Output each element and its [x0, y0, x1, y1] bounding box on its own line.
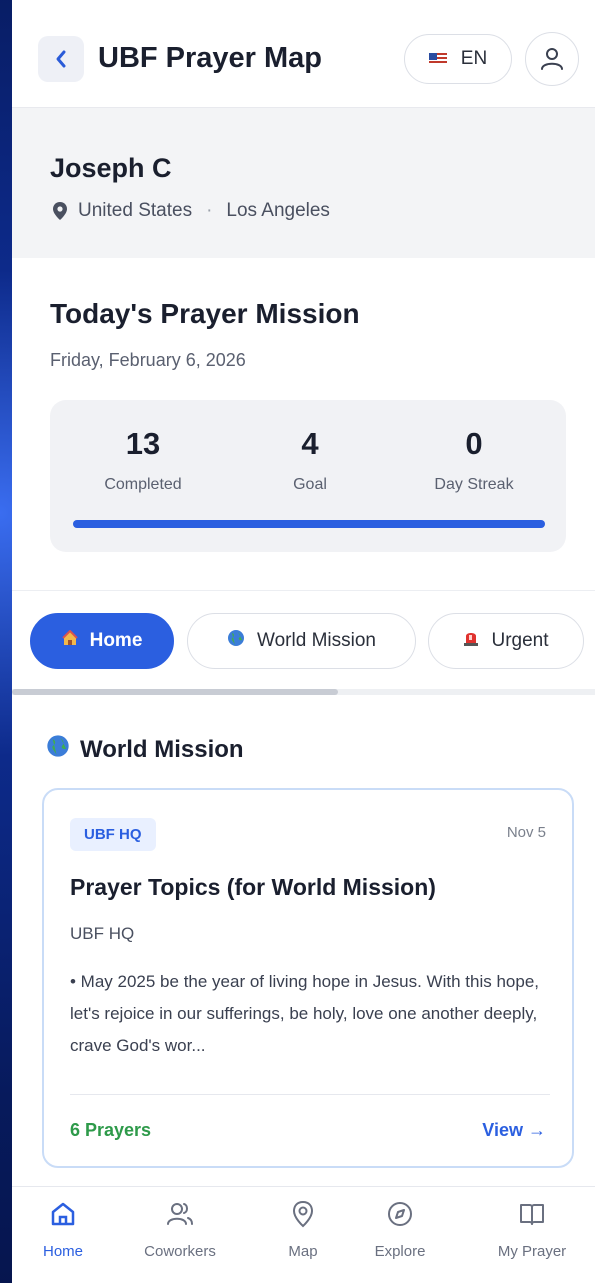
scrollbar-thumb[interactable]: [12, 689, 338, 695]
app-title: UBF Prayer Map: [98, 42, 323, 74]
mission-date: Friday, February 6, 2026: [50, 350, 246, 370]
stat-goal: 4 Goal: [230, 426, 390, 494]
category-tabs: Home World Mission Urgent: [12, 590, 595, 698]
nav-map[interactable]: Map: [248, 1199, 358, 1260]
stat-label: Completed: [104, 476, 182, 493]
nav-label: Coworkers: [144, 1243, 216, 1260]
city-label: Los Angeles: [226, 200, 330, 221]
tabs-scrollbar[interactable]: [12, 689, 595, 695]
profile-section: Joseph C United States · Los Angeles: [12, 108, 595, 258]
nav-label: My Prayer: [497, 1243, 567, 1260]
view-link[interactable]: View →: [482, 1120, 546, 1141]
home-icon: [51, 1202, 75, 1226]
nav-my-prayer[interactable]: My Prayer: [477, 1199, 587, 1260]
map-pin-icon: [53, 202, 67, 220]
tab-label: Home: [89, 630, 143, 651]
card-org: UBF HQ: [70, 924, 135, 943]
prayers-count: 6 Prayers: [70, 1120, 152, 1140]
bottom-nav: Home Coworkers Map Explore My Prayer: [12, 1186, 595, 1283]
book-icon: [520, 1204, 544, 1225]
stat-day-streak: 0 Day Streak: [394, 426, 554, 494]
section-title-label: World Mission: [80, 735, 244, 763]
section-title: World Mission: [46, 734, 244, 765]
divider: [70, 1094, 550, 1095]
tab-label: World Mission: [257, 630, 376, 651]
nav-label: Home: [42, 1243, 83, 1260]
back-button[interactable]: [38, 36, 84, 82]
mission-title: Today's Prayer Mission: [50, 298, 360, 329]
location-row: United States · Los Angeles: [52, 200, 330, 222]
stat-label: Goal: [293, 476, 327, 493]
feed-section: World Mission UBF HQ Nov 5 Prayer Topics…: [12, 700, 595, 1185]
tab-urgent[interactable]: Urgent: [428, 613, 584, 669]
app-header: UBF Prayer Map EN: [12, 0, 595, 108]
nav-home[interactable]: Home: [12, 1199, 118, 1260]
profile-name: Joseph C: [50, 153, 172, 183]
tab-label: Urgent: [491, 630, 549, 651]
globe-emoji-icon: [46, 734, 70, 765]
nav-label: Map: [288, 1243, 318, 1260]
progress-fill: [73, 520, 545, 528]
profile-button[interactable]: [525, 32, 579, 86]
stat-value: 4: [301, 426, 319, 461]
language-button[interactable]: EN: [404, 34, 512, 84]
language-label: EN: [460, 48, 488, 69]
nav-explore[interactable]: Explore: [345, 1199, 455, 1260]
map-pin-icon: [292, 1200, 314, 1228]
house-emoji-icon: [61, 629, 78, 652]
stat-completed: 13 Completed: [63, 426, 223, 494]
compass-icon: [388, 1202, 412, 1226]
nav-label: Explore: [374, 1243, 426, 1260]
globe-emoji-icon: [227, 629, 245, 653]
card-title: Prayer Topics (for World Mission): [70, 874, 436, 900]
card-body: • May 2025 be the year of living hope in…: [70, 972, 539, 1055]
progress-bar: [73, 520, 545, 528]
nav-coworkers[interactable]: Coworkers: [125, 1199, 235, 1260]
app-screen: UBF Prayer Map EN Joseph C United States…: [12, 0, 595, 1283]
chevron-left-icon: [56, 50, 66, 68]
stat-value: 0: [465, 426, 483, 461]
user-icon: [541, 48, 563, 70]
org-badge: UBF HQ: [70, 818, 156, 851]
stat-label: Day Streak: [434, 476, 514, 493]
card-date: Nov 5: [506, 824, 546, 841]
prayer-card[interactable]: UBF HQ Nov 5 Prayer Topics (for World Mi…: [42, 788, 574, 1168]
us-flag-icon: [428, 53, 447, 65]
tab-home[interactable]: Home: [30, 613, 174, 669]
siren-emoji-icon: [463, 629, 479, 653]
country-label: United States: [78, 200, 193, 221]
tab-world-mission[interactable]: World Mission: [187, 613, 416, 669]
stats-card: 13 Completed 4 Goal 0 Day Streak: [50, 400, 566, 552]
stat-value: 13: [125, 426, 161, 461]
separator: ·: [206, 200, 213, 221]
users-icon: [167, 1203, 193, 1225]
